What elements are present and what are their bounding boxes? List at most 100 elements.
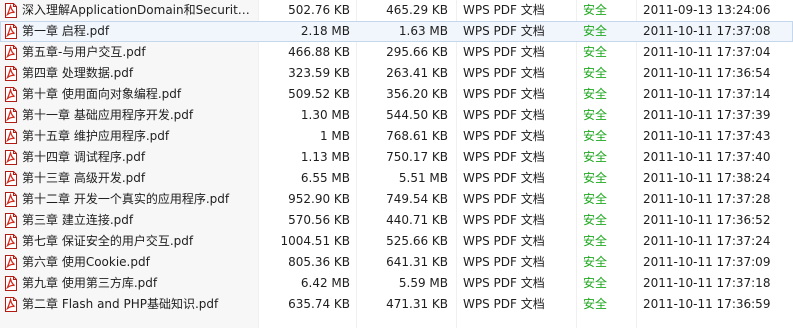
file-type: WPS PDF 文档 (463, 108, 545, 122)
file-size: 502.76 KB (288, 3, 350, 17)
file-rows: 深入理解ApplicationDomain和Security... 502.76… (0, 0, 793, 315)
modified-date: 2011-10-11 17:38:24 (643, 171, 771, 185)
file-type: WPS PDF 文档 (463, 87, 545, 101)
security-status: 安全 (583, 297, 608, 311)
pdf-file-icon (5, 66, 17, 81)
file-size: 1.13 MB (300, 150, 350, 164)
file-type: WPS PDF 文档 (463, 45, 545, 59)
file-name: 第一章 启程.pdf (22, 24, 110, 38)
compressed-size: 465.29 KB (386, 3, 448, 17)
file-name: 第四章 处理数据.pdf (22, 66, 134, 80)
security-status: 安全 (583, 108, 608, 122)
file-size: 509.52 KB (288, 87, 350, 101)
security-status: 安全 (583, 45, 608, 59)
security-status: 安全 (583, 129, 608, 143)
security-status: 安全 (583, 171, 608, 185)
file-name: 第十四章 调试程序.pdf (22, 150, 146, 164)
security-status: 安全 (583, 255, 608, 269)
file-row[interactable]: 深入理解ApplicationDomain和Security... 502.76… (0, 0, 793, 21)
pdf-file-icon (5, 276, 17, 291)
file-row[interactable]: 第一章 启程.pdf 2.18 MB 1.63 MB WPS PDF 文档 安全… (0, 21, 793, 42)
file-type: WPS PDF 文档 (463, 192, 545, 206)
file-size: 570.56 KB (288, 213, 350, 227)
modified-date: 2011-10-11 17:36:52 (643, 213, 771, 227)
file-type: WPS PDF 文档 (463, 234, 545, 248)
file-type: WPS PDF 文档 (463, 276, 545, 290)
security-status: 安全 (583, 234, 608, 248)
compressed-size: 5.51 MB (398, 171, 448, 185)
modified-date: 2011-10-11 17:37:39 (643, 108, 771, 122)
file-row[interactable]: 第五章-与用户交互.pdf 466.88 KB 295.66 KB WPS PD… (0, 42, 793, 63)
compressed-size: 1.63 MB (398, 24, 448, 38)
compressed-size: 295.66 KB (386, 45, 448, 59)
pdf-file-icon (5, 213, 17, 228)
file-name: 第十三章 高级开发.pdf (22, 171, 146, 185)
file-size: 1004.51 KB (280, 234, 350, 248)
file-size: 952.90 KB (288, 192, 350, 206)
file-size: 805.36 KB (288, 255, 350, 269)
file-name: 第三章 建立连接.pdf (22, 213, 134, 227)
compressed-size: 525.66 KB (386, 234, 448, 248)
file-row[interactable]: 第十二章 开发一个真实的应用程序.pdf 952.90 KB 749.54 KB… (0, 189, 793, 210)
file-name: 深入理解ApplicationDomain和Security... (22, 3, 254, 17)
modified-date: 2011-10-11 17:36:54 (643, 66, 771, 80)
file-row[interactable]: 第十章 使用面向对象编程.pdf 509.52 KB 356.20 KB WPS… (0, 84, 793, 105)
security-status: 安全 (583, 276, 608, 290)
compressed-size: 749.54 KB (386, 192, 448, 206)
pdf-file-icon (5, 24, 17, 39)
file-name: 第二章 Flash and PHP基础知识.pdf (22, 297, 219, 311)
file-row[interactable]: 第十三章 高级开发.pdf 6.55 MB 5.51 MB WPS PDF 文档… (0, 168, 793, 189)
file-size: 1 MB (319, 129, 350, 143)
compressed-size: 750.17 KB (386, 150, 448, 164)
file-row[interactable]: 第十四章 调试程序.pdf 1.13 MB 750.17 KB WPS PDF … (0, 147, 793, 168)
file-type: WPS PDF 文档 (463, 255, 545, 269)
file-row[interactable]: 第三章 建立连接.pdf 570.56 KB 440.71 KB WPS PDF… (0, 210, 793, 231)
file-row[interactable]: 第二章 Flash and PHP基础知识.pdf 635.74 KB 471.… (0, 294, 793, 315)
file-type: WPS PDF 文档 (463, 24, 545, 38)
file-type: WPS PDF 文档 (463, 66, 545, 80)
file-row[interactable]: 第十一章 基础应用程序开发.pdf 1.30 MB 544.50 KB WPS … (0, 105, 793, 126)
file-size: 466.88 KB (288, 45, 350, 59)
file-name: 第十章 使用面向对象编程.pdf (22, 87, 182, 101)
pdf-file-icon (5, 108, 17, 123)
file-size: 1.30 MB (300, 108, 350, 122)
compressed-size: 440.71 KB (386, 213, 448, 227)
file-size: 2.18 MB (300, 24, 350, 38)
modified-date: 2011-10-11 17:37:28 (643, 192, 771, 206)
file-name: 第十一章 基础应用程序开发.pdf (22, 108, 194, 122)
file-type: WPS PDF 文档 (463, 129, 545, 143)
file-row[interactable]: 第七章 保证安全的用户交互.pdf 1004.51 KB 525.66 KB W… (0, 231, 793, 252)
compressed-size: 263.41 KB (386, 66, 448, 80)
file-row[interactable]: 第十五章 维护应用程序.pdf 1 MB 768.61 KB WPS PDF 文… (0, 126, 793, 147)
file-size: 6.55 MB (300, 171, 350, 185)
compressed-size: 356.20 KB (386, 87, 448, 101)
security-status: 安全 (583, 213, 608, 227)
pdf-file-icon (5, 150, 17, 165)
compressed-size: 768.61 KB (386, 129, 448, 143)
modified-date: 2011-10-11 17:37:40 (643, 150, 771, 164)
modified-date: 2011-10-11 17:37:09 (643, 255, 771, 269)
compressed-size: 471.31 KB (386, 297, 448, 311)
file-name: 第六章 使用Cookie.pdf (22, 255, 150, 269)
security-status: 安全 (583, 24, 608, 38)
modified-date: 2011-10-11 17:37:43 (643, 129, 771, 143)
modified-date: 2011-10-11 17:37:18 (643, 276, 771, 290)
modified-date: 2011-09-13 13:24:06 (643, 3, 771, 17)
security-status: 安全 (583, 150, 608, 164)
file-type: WPS PDF 文档 (463, 297, 545, 311)
pdf-file-icon (5, 3, 17, 18)
modified-date: 2011-10-11 17:36:59 (643, 297, 771, 311)
file-row[interactable]: 第六章 使用Cookie.pdf 805.36 KB 641.31 KB WPS… (0, 252, 793, 273)
file-name: 第九章 使用第三方库.pdf (22, 276, 158, 290)
security-status: 安全 (583, 192, 608, 206)
pdf-file-icon (5, 297, 17, 312)
pdf-file-icon (5, 255, 17, 270)
file-row[interactable]: 第九章 使用第三方库.pdf 6.42 MB 5.59 MB WPS PDF 文… (0, 273, 793, 294)
file-row[interactable]: 第四章 处理数据.pdf 323.59 KB 263.41 KB WPS PDF… (0, 63, 793, 84)
pdf-file-icon (5, 171, 17, 186)
pdf-file-icon (5, 234, 17, 249)
pdf-file-icon (5, 129, 17, 144)
security-status: 安全 (583, 66, 608, 80)
compressed-size: 641.31 KB (386, 255, 448, 269)
file-name: 第七章 保证安全的用户交互.pdf (22, 234, 194, 248)
